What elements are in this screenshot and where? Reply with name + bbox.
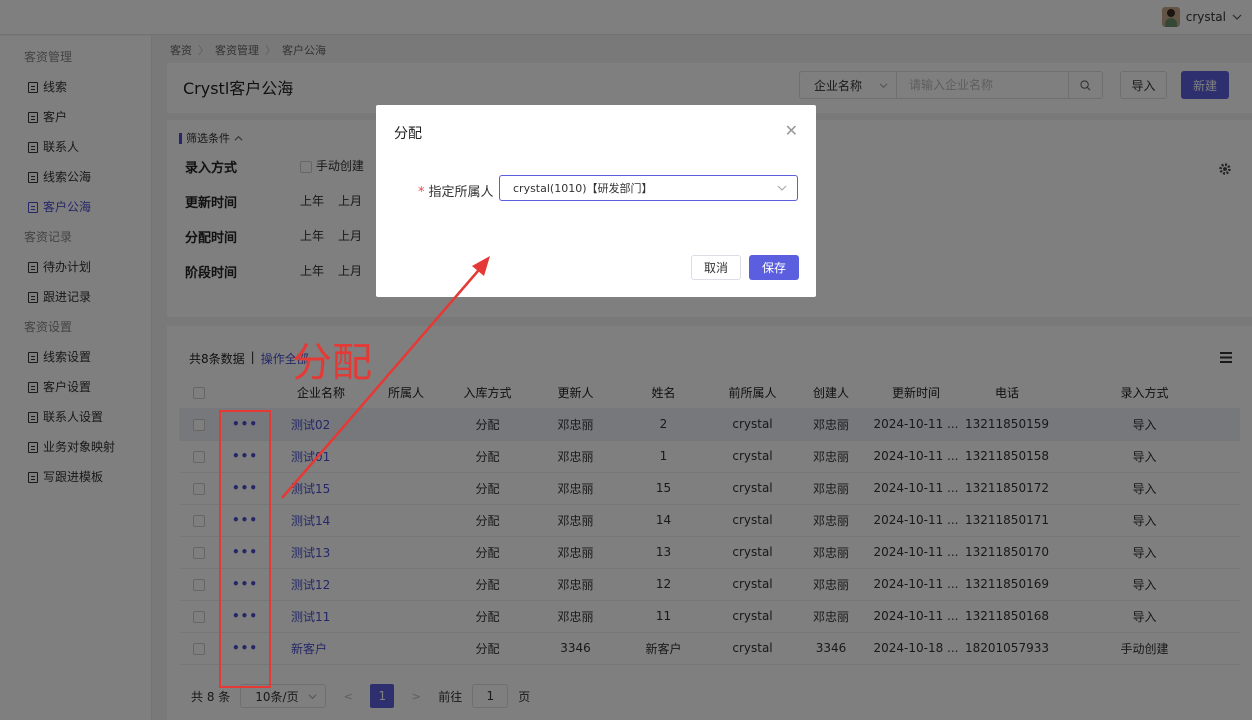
required-mark: * xyxy=(418,185,425,200)
annotation-label: 分配 xyxy=(292,340,372,386)
chevron-down-icon xyxy=(777,185,787,191)
field-label-text: 指定所属人 xyxy=(428,185,494,200)
dialog-title: 分配 xyxy=(394,126,422,142)
annotation-highlight-box xyxy=(219,410,271,688)
close-icon[interactable]: ✕ xyxy=(785,121,798,140)
assign-dialog: 分配 ✕ * 指定所属人 crystal(1010)【研发部门】 取消 保存 xyxy=(376,105,816,297)
owner-field-label: * 指定所属人 xyxy=(418,181,494,200)
owner-select[interactable]: crystal(1010)【研发部门】 xyxy=(499,175,798,201)
save-button[interactable]: 保存 xyxy=(749,255,799,280)
cancel-button[interactable]: 取消 xyxy=(691,255,741,280)
owner-select-value: crystal(1010)【研发部门】 xyxy=(513,182,653,195)
